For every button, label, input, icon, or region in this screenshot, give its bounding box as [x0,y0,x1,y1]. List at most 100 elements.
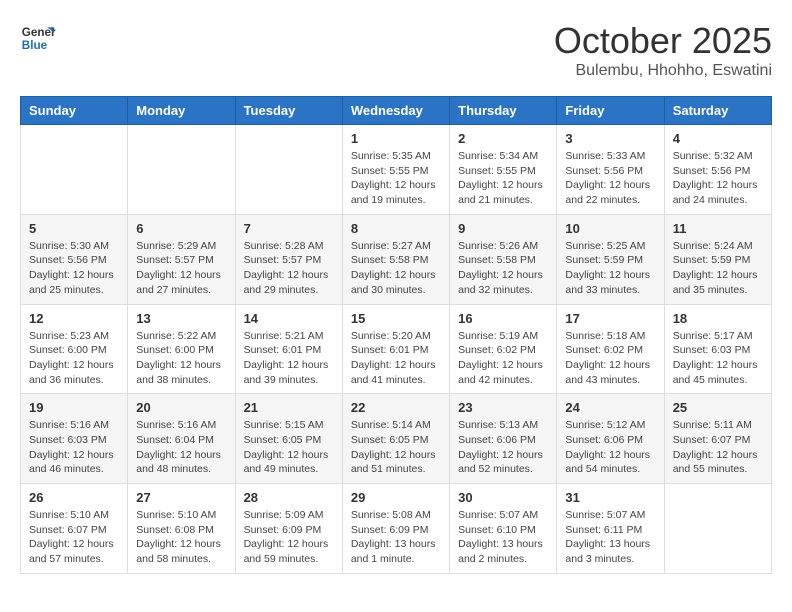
day-info: Sunrise: 5:15 AM Sunset: 6:05 PM Dayligh… [244,418,334,477]
day-number: 22 [351,400,441,415]
day-info: Sunrise: 5:32 AM Sunset: 5:56 PM Dayligh… [673,149,763,208]
calendar-cell: 7 Sunrise: 5:28 AM Sunset: 5:57 PM Daylig… [235,214,342,304]
logo-icon: General Blue [20,20,56,56]
calendar-cell: 3 Sunrise: 5:33 AM Sunset: 5:56 PM Daylig… [557,125,664,215]
calendar-cell [664,484,771,574]
day-info: Sunrise: 5:16 AM Sunset: 6:03 PM Dayligh… [29,418,119,477]
calendar-table: SundayMondayTuesdayWednesdayThursdayFrid… [20,96,772,574]
calendar-cell: 31Sunrise: 5:07 AM Sunset: 6:11 PM Dayli… [557,484,664,574]
day-number: 3 [565,131,655,146]
svg-text:Blue: Blue [22,39,48,52]
calendar-cell: 15 Sunrise: 5:20 AM Sunset: 6:01 PM Dayli… [342,304,449,394]
calendar-week-row: 5 Sunrise: 5:30 AM Sunset: 5:56 PM Daylig… [21,214,772,304]
day-info: Sunrise: 5:23 AM Sunset: 6:00 PM Dayligh… [29,329,119,388]
day-info: Sunrise: 5:28 AM Sunset: 5:57 PM Dayligh… [244,239,334,298]
day-number: 20 [136,400,226,415]
day-info: Sunrise: 5:30 AM Sunset: 5:56 PM Dayligh… [29,239,119,298]
day-of-week-header: Wednesday [342,97,449,125]
calendar-cell: 22 Sunrise: 5:14 AM Sunset: 6:05 PM Dayli… [342,394,449,484]
day-info: Sunrise: 5:11 AM Sunset: 6:07 PM Dayligh… [673,418,763,477]
day-number: 27 [136,490,226,505]
day-info: Sunrise: 5:34 AM Sunset: 5:55 PM Dayligh… [458,149,548,208]
day-info: Sunrise: 5:09 AM Sunset: 6:09 PM Dayligh… [244,508,334,567]
title-block: October 2025 Bulembu, Hhohho, Eswatini [554,20,772,80]
calendar-cell: 1 Sunrise: 5:35 AM Sunset: 5:55 PM Daylig… [342,125,449,215]
day-info: Sunrise: 5:17 AM Sunset: 6:03 PM Dayligh… [673,329,763,388]
day-of-week-header: Tuesday [235,97,342,125]
day-info: Sunrise: 5:26 AM Sunset: 5:58 PM Dayligh… [458,239,548,298]
day-number: 24 [565,400,655,415]
day-info: Sunrise: 5:16 AM Sunset: 6:04 PM Dayligh… [136,418,226,477]
calendar-cell: 12Sunrise: 5:23 AM Sunset: 6:00 PM Dayli… [21,304,128,394]
day-of-week-header: Thursday [450,97,557,125]
calendar-cell: 14Sunrise: 5:21 AM Sunset: 6:01 PM Dayli… [235,304,342,394]
day-number: 28 [244,490,334,505]
calendar-week-row: 26 Sunrise: 5:10 AM Sunset: 6:07 PM Dayli… [21,484,772,574]
calendar-cell: 23Sunrise: 5:13 AM Sunset: 6:06 PM Dayli… [450,394,557,484]
day-number: 11 [673,221,763,236]
calendar-cell: 18Sunrise: 5:17 AM Sunset: 6:03 PM Dayli… [664,304,771,394]
day-number: 30 [458,490,548,505]
page-header: General Blue October 2025 Bulembu, Hhohh… [20,20,772,80]
day-info: Sunrise: 5:29 AM Sunset: 5:57 PM Dayligh… [136,239,226,298]
calendar-header-row: SundayMondayTuesdayWednesdayThursdayFrid… [21,97,772,125]
calendar-week-row: 12Sunrise: 5:23 AM Sunset: 6:00 PM Dayli… [21,304,772,394]
day-info: Sunrise: 5:25 AM Sunset: 5:59 PM Dayligh… [565,239,655,298]
location: Bulembu, Hhohho, Eswatini [554,62,772,80]
calendar-cell: 5 Sunrise: 5:30 AM Sunset: 5:56 PM Daylig… [21,214,128,304]
calendar-cell: 11Sunrise: 5:24 AM Sunset: 5:59 PM Dayli… [664,214,771,304]
calendar-cell: 26 Sunrise: 5:10 AM Sunset: 6:07 PM Dayli… [21,484,128,574]
day-info: Sunrise: 5:19 AM Sunset: 6:02 PM Dayligh… [458,329,548,388]
day-number: 15 [351,311,441,326]
day-number: 6 [136,221,226,236]
calendar-cell: 9 Sunrise: 5:26 AM Sunset: 5:58 PM Daylig… [450,214,557,304]
day-info: Sunrise: 5:13 AM Sunset: 6:06 PM Dayligh… [458,418,548,477]
calendar-cell: 2Sunrise: 5:34 AM Sunset: 5:55 PM Daylig… [450,125,557,215]
calendar-cell [21,125,128,215]
calendar-cell: 4Sunrise: 5:32 AM Sunset: 5:56 PM Daylig… [664,125,771,215]
day-info: Sunrise: 5:22 AM Sunset: 6:00 PM Dayligh… [136,329,226,388]
calendar-cell: 25Sunrise: 5:11 AM Sunset: 6:07 PM Dayli… [664,394,771,484]
calendar-week-row: 19Sunrise: 5:16 AM Sunset: 6:03 PM Dayli… [21,394,772,484]
calendar-cell: 29Sunrise: 5:08 AM Sunset: 6:09 PM Dayli… [342,484,449,574]
day-info: Sunrise: 5:12 AM Sunset: 6:06 PM Dayligh… [565,418,655,477]
calendar-week-row: 1 Sunrise: 5:35 AM Sunset: 5:55 PM Daylig… [21,125,772,215]
day-number: 13 [136,311,226,326]
day-info: Sunrise: 5:35 AM Sunset: 5:55 PM Dayligh… [351,149,441,208]
calendar-cell: 30Sunrise: 5:07 AM Sunset: 6:10 PM Dayli… [450,484,557,574]
month-title: October 2025 [554,20,772,62]
calendar-cell [235,125,342,215]
day-number: 9 [458,221,548,236]
calendar-cell: 10Sunrise: 5:25 AM Sunset: 5:59 PM Dayli… [557,214,664,304]
day-number: 16 [458,311,548,326]
calendar-cell: 6 Sunrise: 5:29 AM Sunset: 5:57 PM Daylig… [128,214,235,304]
day-of-week-header: Sunday [21,97,128,125]
day-number: 14 [244,311,334,326]
calendar-cell: 13 Sunrise: 5:22 AM Sunset: 6:00 PM Dayli… [128,304,235,394]
calendar-cell: 8 Sunrise: 5:27 AM Sunset: 5:58 PM Daylig… [342,214,449,304]
day-number: 8 [351,221,441,236]
day-info: Sunrise: 5:10 AM Sunset: 6:07 PM Dayligh… [29,508,119,567]
day-number: 17 [565,311,655,326]
calendar-cell [128,125,235,215]
day-info: Sunrise: 5:20 AM Sunset: 6:01 PM Dayligh… [351,329,441,388]
day-info: Sunrise: 5:14 AM Sunset: 6:05 PM Dayligh… [351,418,441,477]
calendar-cell: 27 Sunrise: 5:10 AM Sunset: 6:08 PM Dayli… [128,484,235,574]
day-number: 26 [29,490,119,505]
day-info: Sunrise: 5:10 AM Sunset: 6:08 PM Dayligh… [136,508,226,567]
day-number: 1 [351,131,441,146]
calendar-cell: 24 Sunrise: 5:12 AM Sunset: 6:06 PM Dayli… [557,394,664,484]
day-info: Sunrise: 5:08 AM Sunset: 6:09 PM Dayligh… [351,508,441,567]
calendar-cell: 17 Sunrise: 5:18 AM Sunset: 6:02 PM Dayli… [557,304,664,394]
day-number: 7 [244,221,334,236]
day-number: 5 [29,221,119,236]
day-info: Sunrise: 5:07 AM Sunset: 6:11 PM Dayligh… [565,508,655,567]
logo: General Blue [20,20,56,56]
calendar-cell: 16 Sunrise: 5:19 AM Sunset: 6:02 PM Dayli… [450,304,557,394]
day-info: Sunrise: 5:18 AM Sunset: 6:02 PM Dayligh… [565,329,655,388]
calendar-cell: 21Sunrise: 5:15 AM Sunset: 6:05 PM Dayli… [235,394,342,484]
calendar-cell: 19Sunrise: 5:16 AM Sunset: 6:03 PM Dayli… [21,394,128,484]
calendar-cell: 20 Sunrise: 5:16 AM Sunset: 6:04 PM Dayli… [128,394,235,484]
day-info: Sunrise: 5:27 AM Sunset: 5:58 PM Dayligh… [351,239,441,298]
day-info: Sunrise: 5:33 AM Sunset: 5:56 PM Dayligh… [565,149,655,208]
